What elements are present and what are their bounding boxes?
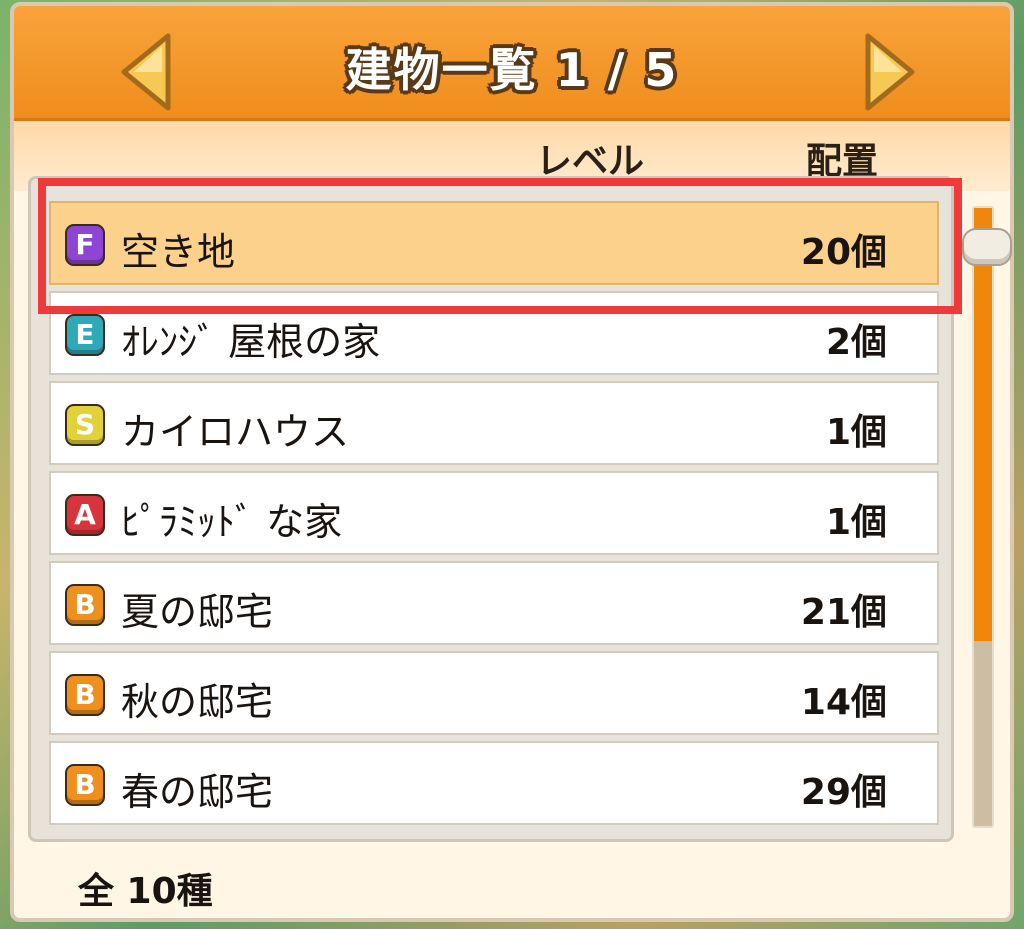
building-list: F 空き地 20個 E ｵﾚﾝｼﾞ 屋根の家 2個 S カイロハウス 1個 A … xyxy=(28,176,954,842)
rank-badge-icon: A xyxy=(65,494,105,536)
scrollbar-track[interactable] xyxy=(972,206,994,828)
total-count: 全 10種 xyxy=(78,871,213,912)
title-bar: 建物一覧 1 / 5 xyxy=(14,6,1010,121)
placement-count: 20個 xyxy=(800,232,887,273)
next-page-arrow-icon[interactable] xyxy=(862,32,918,112)
placement-count: 14個 xyxy=(800,682,887,723)
placement-count: 21個 xyxy=(800,592,887,633)
list-item[interactable]: A ﾋﾟﾗﾐｯﾄﾞ な家 1個 xyxy=(49,471,939,555)
list-item[interactable]: B 夏の邸宅 21個 xyxy=(49,561,939,645)
building-name: 春の邸宅 xyxy=(121,770,274,814)
rank-badge-icon: S xyxy=(65,404,105,446)
scrollbar-fill xyxy=(974,208,992,641)
list-item[interactable]: B 春の邸宅 29個 xyxy=(49,741,939,825)
rank-badge-icon: B xyxy=(65,674,105,716)
placement-count: 1個 xyxy=(825,502,887,543)
rank-badge-icon: B xyxy=(65,584,105,626)
building-name: カイロハウス xyxy=(121,410,350,454)
list-item[interactable]: E ｵﾚﾝｼﾞ 屋根の家 2個 xyxy=(49,291,939,375)
scrollbar-thumb[interactable] xyxy=(962,228,1012,266)
building-name: ｵﾚﾝｼﾞ 屋根の家 xyxy=(121,320,381,364)
rank-badge-icon: B xyxy=(65,764,105,806)
building-name: ﾋﾟﾗﾐｯﾄﾞ な家 xyxy=(121,500,343,544)
list-item[interactable]: F 空き地 20個 xyxy=(49,201,939,285)
building-name: 秋の邸宅 xyxy=(121,680,274,724)
rank-badge-icon: F xyxy=(65,224,105,266)
placement-count: 1個 xyxy=(825,412,887,453)
list-item[interactable]: B 秋の邸宅 14個 xyxy=(49,651,939,735)
building-name: 夏の邸宅 xyxy=(121,590,274,634)
placement-count: 2個 xyxy=(825,322,887,363)
placement-count: 29個 xyxy=(800,772,887,813)
list-item[interactable]: S カイロハウス 1個 xyxy=(49,381,939,465)
rank-badge-icon: E xyxy=(65,314,105,356)
building-name: 空き地 xyxy=(121,230,236,274)
page-title: 建物一覧 1 / 5 xyxy=(345,43,679,97)
